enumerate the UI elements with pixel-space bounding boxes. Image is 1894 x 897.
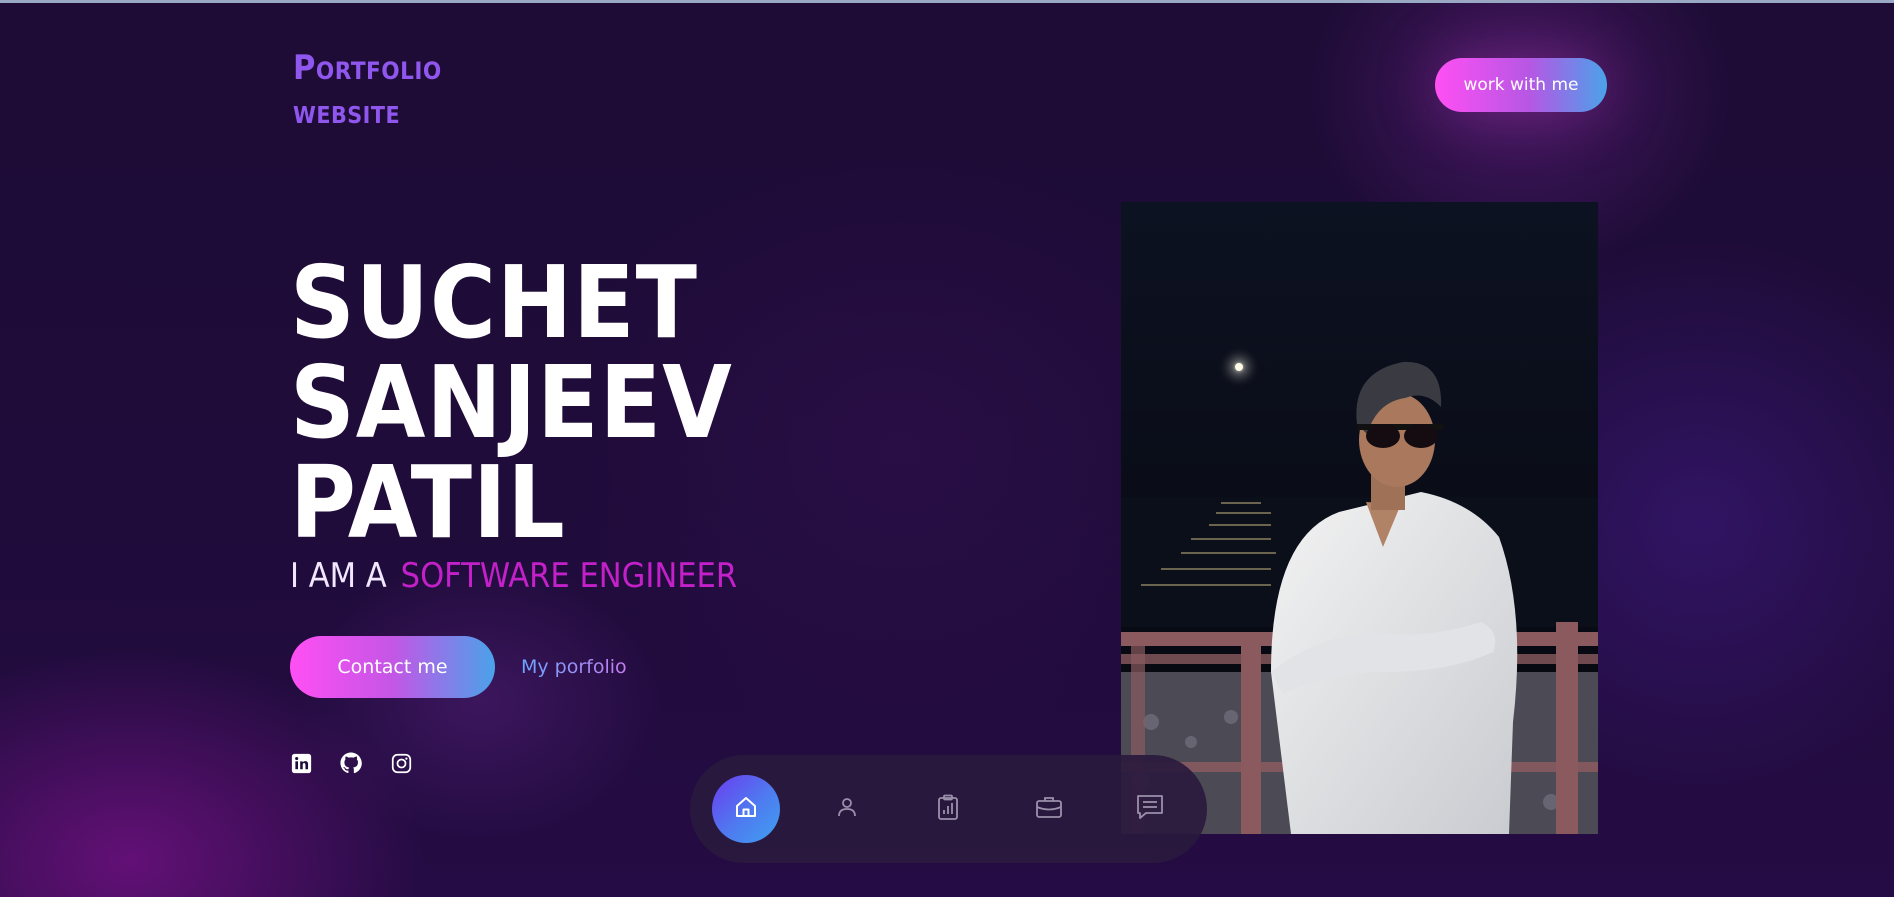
home-icon (734, 795, 758, 823)
nav-about[interactable] (813, 775, 881, 843)
logo-line-1: Portfolio (293, 48, 442, 88)
work-with-me-button[interactable]: work with me (1435, 58, 1607, 112)
hero-name: SUCHET SANJEEV PATIL (290, 253, 733, 553)
linkedin-icon[interactable] (290, 752, 312, 774)
name-line-2: SANJEEV (290, 344, 733, 461)
github-icon[interactable] (340, 752, 362, 774)
social-links (290, 752, 412, 774)
role-prefix: I AM A (290, 556, 387, 596)
name-line-3: PATIL (290, 444, 566, 561)
nav-portfolio[interactable] (1015, 775, 1083, 843)
nav-contact[interactable] (1116, 775, 1184, 843)
instagram-icon[interactable] (390, 752, 412, 774)
profile-photo (1121, 202, 1598, 834)
hero-role: I AM A SOFTWARE ENGINEER (290, 556, 737, 596)
message-icon (1136, 794, 1164, 824)
my-portfolio-link[interactable]: My porfolio (521, 654, 627, 680)
name-line-1: SUCHET (290, 244, 699, 361)
nav-resume[interactable] (914, 775, 982, 843)
top-border (0, 0, 1894, 3)
role-highlight: SOFTWARE ENGINEER (400, 556, 738, 596)
logo-line-2: website (293, 92, 401, 131)
site-logo[interactable]: Portfolio website (293, 46, 442, 134)
clipboard-chart-icon (936, 794, 960, 824)
contact-me-button[interactable]: Contact me (290, 636, 495, 698)
user-icon (835, 795, 859, 823)
nav-home[interactable] (712, 775, 780, 843)
briefcase-icon (1035, 795, 1063, 823)
bottom-nav (690, 755, 1207, 863)
